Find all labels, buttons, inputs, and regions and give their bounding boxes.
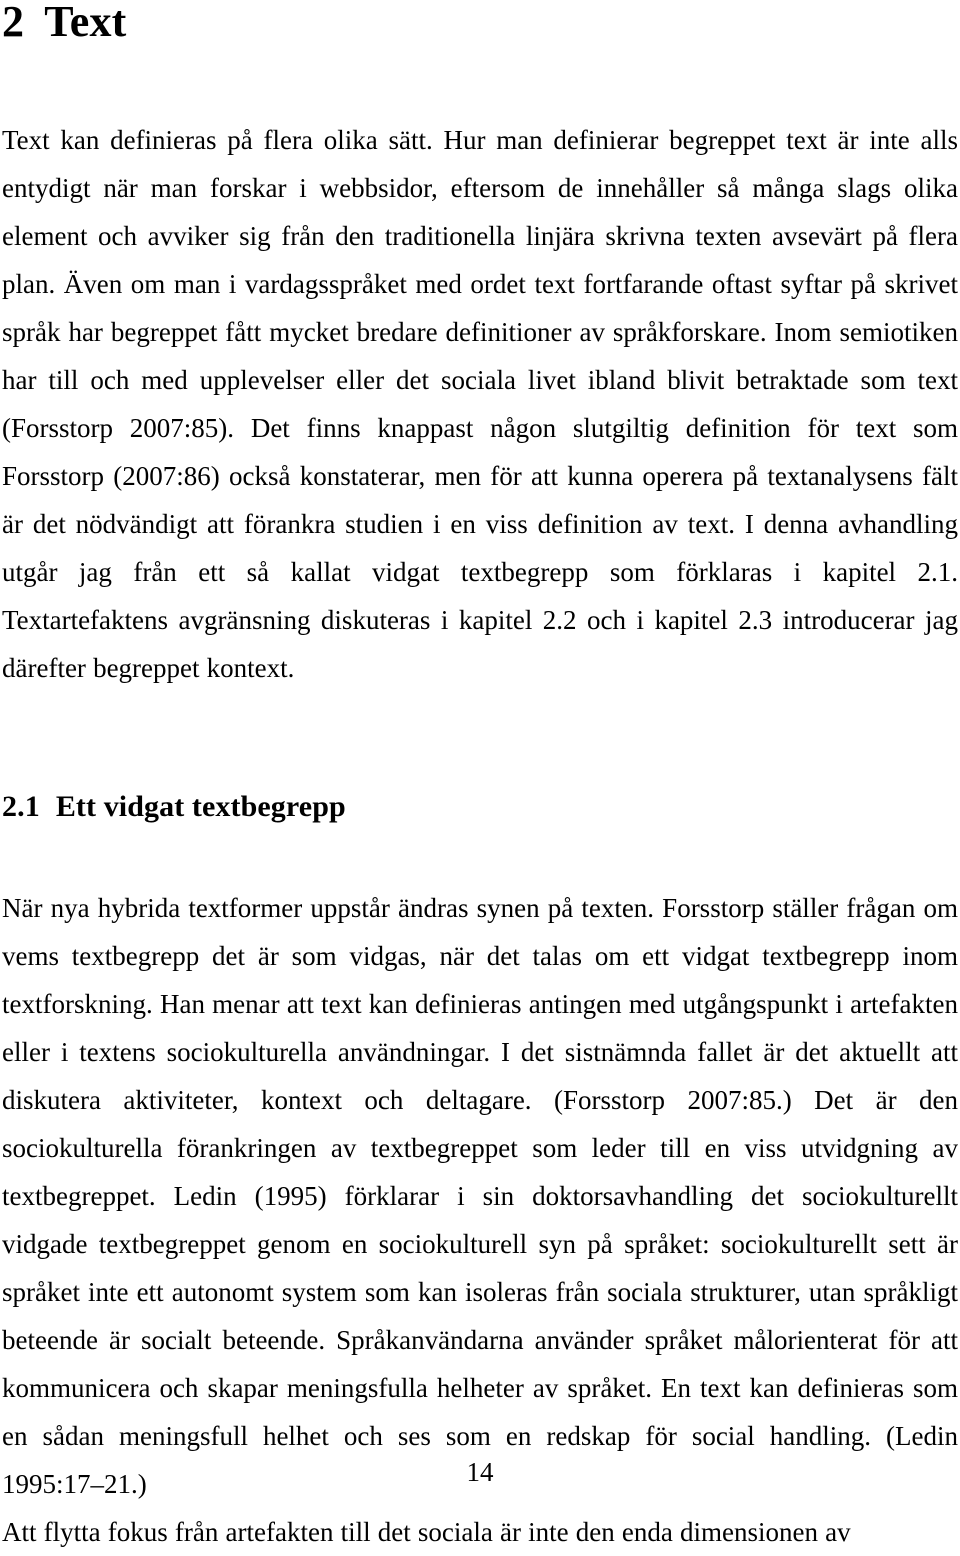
section-heading: 2.1 Ett vidgat textbegrepp	[2, 792, 958, 822]
paragraph-intro: Text kan definieras på flera olika sätt.…	[2, 125, 958, 683]
chapter-title: Text	[44, 0, 127, 46]
chapter-heading: 2 Text	[2, 0, 958, 44]
page-number: 14	[466, 1457, 494, 1487]
spacer-before-section-heading	[2, 692, 958, 792]
chapter-number: 2	[2, 0, 25, 46]
paragraph-section-body: När nya hybrida textformer uppstår ändra…	[2, 893, 958, 1499]
page-content: 2 Text Text kan definieras på flera olika…	[2, 0, 958, 1556]
section-number: 2.1	[2, 790, 40, 823]
section-title: Ett vidgat textbegrepp	[55, 790, 346, 823]
paragraph-next-start: Att flytta fokus från artefakten till de…	[2, 1517, 851, 1547]
spacer-after-chapter-heading	[2, 44, 958, 116]
spacer-after-section-heading	[2, 822, 958, 884]
document-page: 2 Text Text kan definieras på flera olika…	[0, 0, 960, 1547]
